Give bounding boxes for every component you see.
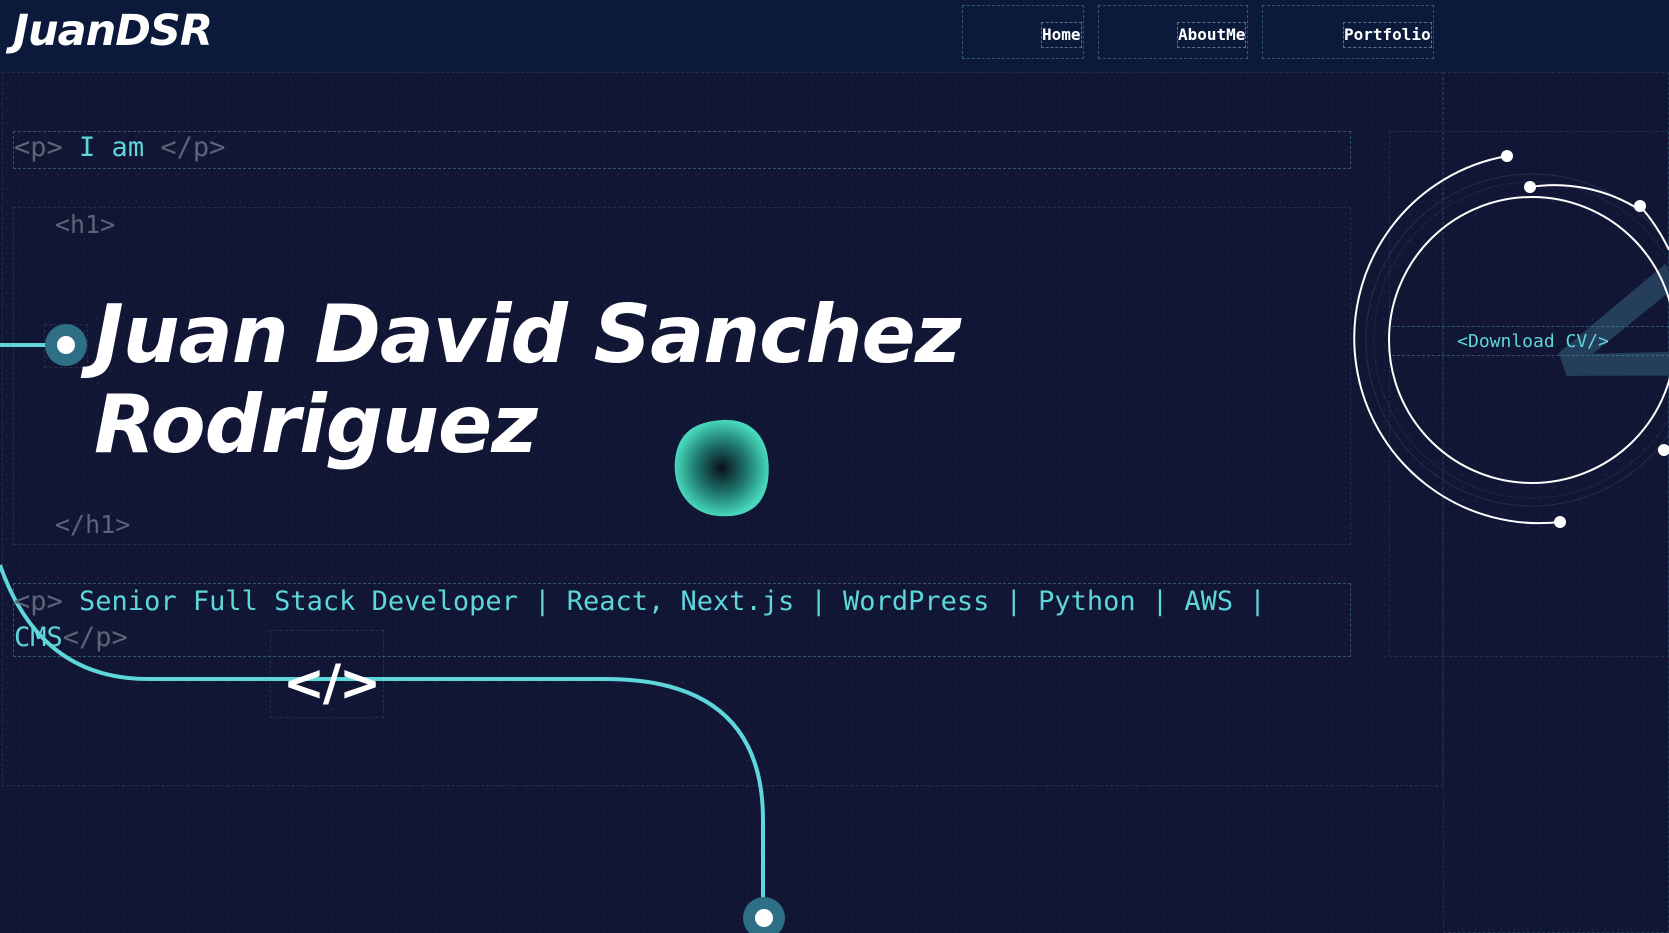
tagline-close-tag: </p> [62,622,128,653]
download-cv-button[interactable]: <Download CV/> [1392,326,1669,356]
name-line-1: Juan David Sanchez [94,288,961,381]
intro-open-tag: <p> [14,132,63,163]
intro-line: <p> I am </p> [14,131,225,165]
cv-watermark: </> [1498,104,1669,481]
h1-close-tag: </h1> [55,510,131,539]
h1-open-tag: <h1> [55,210,116,239]
cv-orbit-graphic: </> [1353,104,1669,528]
intro-close-tag: </p> [160,132,226,163]
tagline: <p> Senior Full Stack Developer | React,… [14,584,1344,656]
code-icon: </> [282,654,381,712]
page-title: Juan David Sanchez Rodriguez [94,288,961,471]
name-line-2: Rodriguez [94,378,538,471]
tagline-open-tag: <p> [14,586,63,617]
intro-text: I am [79,132,145,163]
tagline-text: Senior Full Stack Developer | React, Nex… [14,586,1266,653]
